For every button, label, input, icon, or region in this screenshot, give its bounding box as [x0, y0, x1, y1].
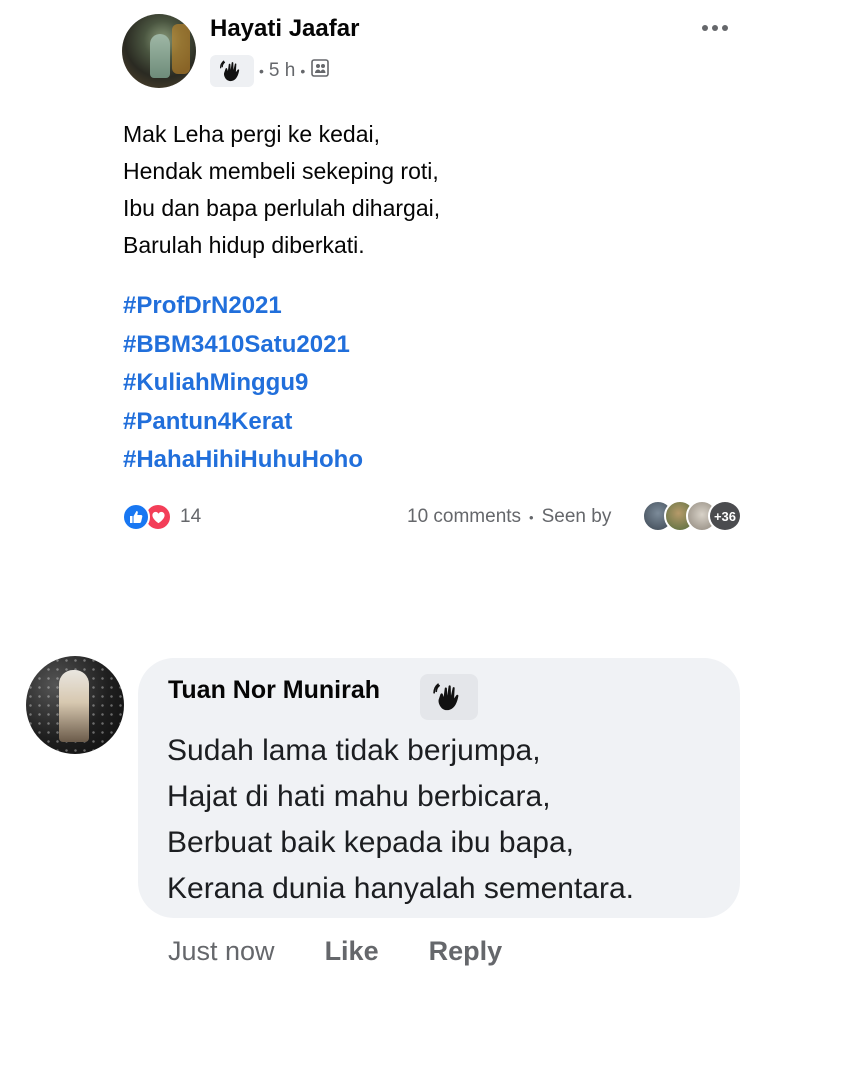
more-options-icon[interactable]: [697, 18, 733, 38]
hashtag-link[interactable]: #HahaHihiHuhuHoho: [123, 441, 723, 480]
post-author-name[interactable]: Hayati Jaafar: [210, 15, 359, 43]
hashtag-link[interactable]: #ProfDrN2021: [123, 287, 723, 326]
comment-line: Sudah lama tidak berjumpa,: [167, 734, 541, 767]
seen-more-count: +36: [708, 500, 742, 532]
post-body: Mak Leha pergi ke kedai, Hendak membeli …: [123, 116, 723, 264]
seen-by-avatars[interactable]: +36: [642, 500, 742, 532]
commenter-name[interactable]: Tuan Nor Munirah: [168, 676, 380, 705]
hashtag-link[interactable]: #Pantun4Kerat: [123, 403, 723, 442]
reaction-count: 14: [180, 506, 202, 527]
hashtag-link[interactable]: #KuliahMinggu9: [123, 364, 723, 403]
comment-actions: Just now Like Reply: [168, 933, 502, 969]
hashtag-list: #ProfDrN2021 #BBM3410Satu2021 #KuliahMin…: [123, 287, 723, 480]
group-audience-icon: [310, 58, 330, 84]
waving-hand-icon[interactable]: [210, 55, 254, 87]
comment-body: Sudah lama tidak berjumpa, Hajat di hati…: [167, 728, 727, 912]
post-author-avatar[interactable]: [122, 14, 196, 88]
hashtag-link[interactable]: #BBM3410Satu2021: [123, 326, 723, 365]
comment-line: Hajat di hati mahu berbicara,: [167, 780, 551, 813]
post-line: Hendak membeli sekeping roti,: [123, 158, 439, 184]
like-reaction-icon: [122, 503, 150, 531]
like-button[interactable]: Like: [325, 936, 379, 967]
seen-by-label[interactable]: Seen by: [542, 506, 612, 528]
comments-count-link[interactable]: 10 comments: [407, 506, 521, 528]
post-line: Ibu dan bapa perlulah dihargai,: [123, 195, 441, 221]
comment-timestamp[interactable]: Just now: [168, 936, 275, 967]
comments-seen-summary: 10 comments • Seen by: [407, 506, 612, 528]
waving-hand-icon[interactable]: [420, 674, 478, 720]
reaction-summary[interactable]: 14: [122, 502, 201, 532]
reply-button[interactable]: Reply: [429, 936, 503, 967]
post-line: Barulah hidup diberkati.: [123, 232, 365, 258]
comment-line: Kerana dunia hanyalah sementara.: [167, 872, 634, 905]
commenter-avatar[interactable]: [26, 656, 124, 754]
post-meta: • 5 h •: [210, 55, 330, 87]
post-line: Mak Leha pergi ke kedai,: [123, 121, 380, 147]
comment-line: Berbuat baik kepada ibu bapa,: [167, 826, 574, 859]
post-time[interactable]: 5 h: [269, 60, 295, 82]
